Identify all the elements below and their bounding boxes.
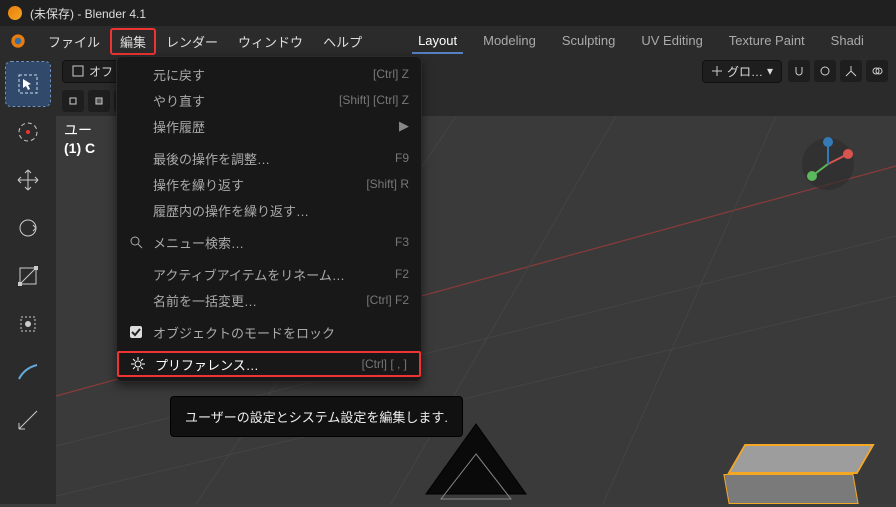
select-edge[interactable] <box>88 90 110 112</box>
menu-undo[interactable]: 元に戻す[Ctrl] Z <box>117 61 421 87</box>
axis-icon <box>711 65 723 77</box>
chevron-down-icon: ▾ <box>767 64 773 78</box>
scale-icon <box>15 263 41 289</box>
menu-history[interactable]: 操作履歴▶ <box>117 113 421 139</box>
menu-adjust-last[interactable]: 最後の操作を調整…F9 <box>117 145 421 171</box>
tab-texture-paint[interactable]: Texture Paint <box>723 29 811 54</box>
tab-shading[interactable]: Shadi <box>825 29 870 54</box>
gizmo-toggle[interactable] <box>840 60 862 82</box>
menu-search[interactable]: メニュー検索…F3 <box>117 229 421 255</box>
blender-logo-icon <box>8 6 22 20</box>
menu-batch-rename[interactable]: 名前を一括変更…[Ctrl] F2 <box>117 287 421 313</box>
tool-shelf <box>0 56 56 504</box>
tool-rotate[interactable] <box>6 206 50 250</box>
tool-transform[interactable] <box>6 302 50 346</box>
submenu-arrow-icon: ▶ <box>399 118 409 134</box>
breadcrumb-line1: ユー <box>64 120 95 140</box>
tool-cursor[interactable] <box>6 110 50 154</box>
select-vert[interactable] <box>62 90 84 112</box>
viewport-header-right: グロ… ▾ <box>694 56 896 86</box>
edit-menu-dropdown: 元に戻す[Ctrl] Z やり直す[Shift] [Ctrl] Z 操作履歴▶ … <box>116 56 422 382</box>
annotate-icon <box>15 359 41 385</box>
checkbox-checked-icon <box>129 325 147 339</box>
titlebar: (未保存) - Blender 4.1 <box>0 0 896 26</box>
orientation-label: グロ… <box>727 63 763 80</box>
nav-gizmo[interactable] <box>800 136 856 192</box>
menu-redo[interactable]: やり直す[Shift] [Ctrl] Z <box>117 87 421 113</box>
transform-icon <box>15 311 41 337</box>
proportional-edit[interactable] <box>814 60 836 82</box>
scene-breadcrumb: ユー (1) C <box>64 120 95 156</box>
default-cube[interactable] <box>716 444 886 504</box>
orientation-selector[interactable]: グロ… ▾ <box>702 60 782 83</box>
menu-help[interactable]: ヘルプ <box>313 28 372 55</box>
mode-selector[interactable]: オフ <box>62 60 122 83</box>
blender-app-icon[interactable] <box>8 31 28 51</box>
menu-file[interactable]: ファイル <box>38 28 110 55</box>
tooltip-text: ユーザーの設定とシステム設定を編集します. <box>185 410 448 425</box>
overlays-toggle[interactable] <box>866 60 888 82</box>
tool-select-box[interactable] <box>6 62 50 106</box>
rotate-icon <box>15 215 41 241</box>
select-box-icon <box>15 71 41 97</box>
tool-measure[interactable] <box>6 398 50 442</box>
tab-sculpting[interactable]: Sculpting <box>556 29 621 54</box>
window-title: (未保存) - Blender 4.1 <box>30 5 146 22</box>
object-mode-icon <box>71 64 85 78</box>
menu-rename-active[interactable]: アクティブアイテムをリネーム…F2 <box>117 261 421 287</box>
workspace-tabs: Layout Modeling Sculpting UV Editing Tex… <box>412 29 870 54</box>
tool-move[interactable] <box>6 158 50 202</box>
mode-label: オフ <box>89 63 113 80</box>
breadcrumb-line2: (1) C <box>64 140 95 156</box>
menubar: ファイル 編集 レンダー ウィンドウ ヘルプ Layout Modeling S… <box>0 26 896 56</box>
snap-toggle[interactable] <box>788 60 810 82</box>
tab-modeling[interactable]: Modeling <box>477 29 542 54</box>
cursor-icon <box>15 119 41 145</box>
tab-uv-editing[interactable]: UV Editing <box>635 29 708 54</box>
tooltip: ユーザーの設定とシステム設定を編集します. <box>170 396 463 437</box>
search-icon <box>129 235 147 249</box>
main-area: オフ ック グロ… ▾ <box>0 56 896 504</box>
tool-annotate[interactable] <box>6 350 50 394</box>
menu-render[interactable]: レンダー <box>156 28 228 55</box>
measure-icon <box>15 407 41 433</box>
menu-preferences[interactable]: プリファレンス…[Ctrl] [ , ] <box>117 351 421 377</box>
menu-window[interactable]: ウィンドウ <box>228 28 313 55</box>
axes-icon <box>845 65 857 77</box>
menu-repeat[interactable]: 操作を繰り返す[Shift] R <box>117 171 421 197</box>
menu-edit[interactable]: 編集 <box>110 28 156 55</box>
circle-icon <box>819 65 831 77</box>
gear-icon <box>131 357 149 371</box>
move-icon <box>15 167 41 193</box>
menu-lock-modes[interactable]: オブジェクトのモードをロック <box>117 319 421 345</box>
tab-layout[interactable]: Layout <box>412 29 463 54</box>
overlays-icon <box>871 65 883 77</box>
menu-repeat-history[interactable]: 履歴内の操作を繰り返す… <box>117 197 421 223</box>
magnet-icon <box>793 65 805 77</box>
tool-scale[interactable] <box>6 254 50 298</box>
